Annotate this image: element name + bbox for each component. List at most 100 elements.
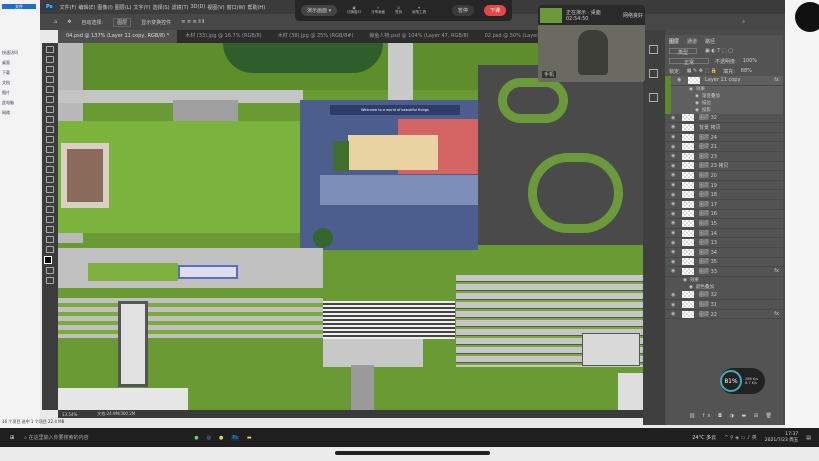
history-brush-icon[interactable] bbox=[46, 146, 54, 153]
visibility-eye-icon[interactable]: ◉ bbox=[671, 230, 677, 236]
crop-tool-icon[interactable] bbox=[46, 86, 54, 93]
stamp-tool-icon[interactable] bbox=[46, 136, 54, 143]
explorer-item[interactable]: 桌面 bbox=[2, 60, 36, 65]
layer-row[interactable]: ◉ 图层 17 bbox=[665, 200, 783, 210]
end-class-button[interactable]: 下课 bbox=[483, 5, 506, 16]
show-transform-checkbox[interactable]: 显示变换控件 bbox=[141, 19, 171, 26]
brush-settings-icon[interactable] bbox=[649, 69, 658, 78]
move-tool-icon[interactable] bbox=[46, 46, 54, 53]
visibility-eye-icon[interactable]: ◉ bbox=[671, 163, 677, 169]
layer-row[interactable]: ◉ 图层 19 bbox=[665, 181, 783, 191]
menu-file[interactable]: 文件(F) bbox=[60, 4, 77, 11]
fx-icon[interactable]: fx bbox=[774, 311, 779, 317]
layer-row[interactable]: ◉ 图层 18 bbox=[665, 190, 783, 200]
healing-brush-icon[interactable] bbox=[46, 116, 54, 123]
effect-item[interactable]: 投影 bbox=[702, 107, 711, 113]
explorer-item[interactable]: 网络 bbox=[2, 110, 36, 115]
menu-edit[interactable]: 编辑(E) bbox=[78, 4, 95, 11]
layer-row[interactable]: ◉ 图层 22 fx bbox=[665, 310, 783, 320]
search-icon[interactable]: ⌕ bbox=[742, 19, 745, 25]
share-screen-button[interactable]: ⇪ 分享画面 bbox=[371, 6, 385, 15]
visibility-eye-icon[interactable]: ◉ bbox=[671, 192, 677, 198]
layer-name[interactable]: 图层 35 bbox=[699, 258, 717, 265]
magic-wand-icon[interactable] bbox=[46, 76, 54, 83]
visibility-eye-icon[interactable]: ◉ bbox=[695, 101, 699, 106]
folder-icon[interactable]: ▬ bbox=[247, 435, 252, 441]
visibility-eye-icon[interactable]: ◉ bbox=[671, 201, 677, 207]
layer-name[interactable]: 图层 33 bbox=[699, 268, 717, 275]
layer-name[interactable]: 图层 17 bbox=[699, 201, 717, 208]
taskbar-search[interactable]: ⌕ 在这里输入你要搜索的内容 bbox=[24, 434, 134, 441]
type-tool-icon[interactable] bbox=[46, 206, 54, 213]
notification-icon[interactable]: ▤ bbox=[806, 435, 811, 441]
lasso-tool-icon[interactable] bbox=[46, 66, 54, 73]
selected-layer-group[interactable]: ◉ Layer 11 copy fx ◉ 效果 ◉ 渐变叠加 ◉ 描边 ◉ 投影 bbox=[665, 76, 783, 114]
adjustments-icon[interactable] bbox=[649, 93, 658, 102]
effect-item[interactable]: ◉ 颜色叠加 bbox=[665, 284, 783, 291]
layer-name[interactable]: 背景 拷贝 bbox=[699, 124, 721, 131]
windows-start-icon[interactable]: ⊞ bbox=[10, 435, 14, 441]
switch-window-button[interactable]: ▣ 切换窗口 bbox=[347, 6, 361, 15]
explorer-item[interactable]: 此电脑 bbox=[2, 100, 36, 105]
layer-name[interactable]: 图层 23 bbox=[699, 153, 717, 160]
tab-channels[interactable]: 通道 bbox=[687, 38, 697, 45]
menu-type[interactable]: 文字(Y) bbox=[133, 4, 150, 11]
fx-icon[interactable]: fx bbox=[774, 268, 779, 274]
tab-wood-38[interactable]: 木材 (38).jpg @ 25% (RGB/8#) bbox=[270, 30, 362, 43]
presenter-video[interactable]: 正在演示 · 桌面 02:54:50 网络良好 手机 bbox=[538, 5, 645, 82]
menu-3d[interactable]: 3D(D) bbox=[191, 4, 206, 10]
history-icon[interactable] bbox=[649, 45, 658, 54]
layer-row[interactable]: ◉ 图层 14 bbox=[665, 229, 783, 239]
layer-row[interactable]: ◉ 图层 33 fx bbox=[665, 267, 783, 277]
visibility-eye-icon[interactable]: ◉ bbox=[689, 87, 693, 92]
tray-icons[interactable]: ^ ⚲ ◈ ▭ ♪ 英 bbox=[724, 434, 757, 441]
layer-row[interactable]: ◉ 背景 拷贝 bbox=[665, 123, 783, 133]
app-icon[interactable]: ● bbox=[194, 435, 198, 441]
align-icons[interactable]: ≡ ≡ ≡ ⫴ ⫴ bbox=[181, 19, 204, 25]
layer-row[interactable]: ◉ 图层 23 拷贝 bbox=[665, 162, 783, 172]
layer-row[interactable]: ◉ 图层 32 bbox=[665, 291, 783, 301]
blur-icon[interactable] bbox=[46, 176, 54, 183]
visibility-eye-icon[interactable]: ◉ bbox=[671, 249, 677, 255]
visibility-eye-icon[interactable]: ◉ bbox=[671, 172, 677, 178]
effect-item[interactable]: 描边 bbox=[702, 100, 711, 106]
tab-04-psd[interactable]: 04.psd @ 137% (Layer 11 copy, RGB/8) * bbox=[58, 30, 178, 43]
layer-row[interactable]: ◉ 图层 31 bbox=[665, 300, 783, 310]
visibility-eye-icon[interactable]: ◉ bbox=[671, 144, 677, 150]
weather[interactable]: 24°C 多云 bbox=[692, 434, 716, 441]
fill-input[interactable]: 88% bbox=[741, 68, 752, 74]
eraser-icon[interactable] bbox=[46, 156, 54, 163]
layer-name[interactable]: 图层 20 bbox=[699, 172, 717, 179]
foreground-color-swatch[interactable] bbox=[44, 256, 52, 264]
explorer-item[interactable]: 下载 bbox=[2, 70, 36, 75]
layer-row[interactable]: ◉ 图层 16 bbox=[665, 210, 783, 220]
visibility-eye-icon[interactable]: ◉ bbox=[671, 302, 677, 308]
visibility-eye-icon[interactable]: ◉ bbox=[671, 115, 677, 121]
visibility-eye-icon[interactable]: ◉ bbox=[695, 94, 699, 99]
layer-actions[interactable]: ⛓ fx ◘ ◑ ▬ ⊞ 🗑 bbox=[689, 413, 775, 419]
layer-row[interactable]: ◉ 图层 15 bbox=[665, 219, 783, 229]
quick-mask-icon[interactable] bbox=[46, 267, 54, 274]
layer-row[interactable]: ◉ 图层 13 bbox=[665, 238, 783, 248]
layer-row[interactable]: ◉ 图层 24 bbox=[665, 133, 783, 143]
layer-name[interactable]: 图层 16 bbox=[699, 210, 717, 217]
layer-row[interactable]: ◉ 图层 23 bbox=[665, 152, 783, 162]
visibility-eye-icon[interactable]: ◉ bbox=[671, 182, 677, 188]
visibility-eye-icon[interactable]: ◉ bbox=[671, 292, 677, 298]
frame-tool-icon[interactable] bbox=[46, 96, 54, 103]
layer-row[interactable]: ◉ 图层 20 bbox=[665, 171, 783, 181]
present-dropdown[interactable]: 演示画面 ▾ bbox=[301, 5, 338, 16]
filter-icons[interactable]: ▣ ◐ T ⬚ ▢ bbox=[705, 48, 733, 54]
pen-tool-icon[interactable] bbox=[46, 196, 54, 203]
visibility-eye-icon[interactable]: ◉ bbox=[671, 124, 677, 130]
brush-tool-icon[interactable] bbox=[46, 126, 54, 133]
explorer-file-tab[interactable]: 文件 bbox=[2, 4, 36, 9]
layer-row[interactable]: ◉ 图层 32 bbox=[665, 114, 783, 124]
visibility-eye-icon[interactable]: ◉ bbox=[671, 259, 677, 265]
visibility-eye-icon[interactable]: ◉ bbox=[671, 134, 677, 140]
menu-image[interactable]: 图像(I) bbox=[97, 4, 112, 11]
visibility-eye-icon[interactable]: ◉ bbox=[671, 240, 677, 246]
screen-mode-icon[interactable] bbox=[46, 277, 54, 284]
zoom-level[interactable]: 13.54% bbox=[62, 412, 77, 417]
visibility-eye-icon[interactable]: ◉ bbox=[671, 220, 677, 226]
